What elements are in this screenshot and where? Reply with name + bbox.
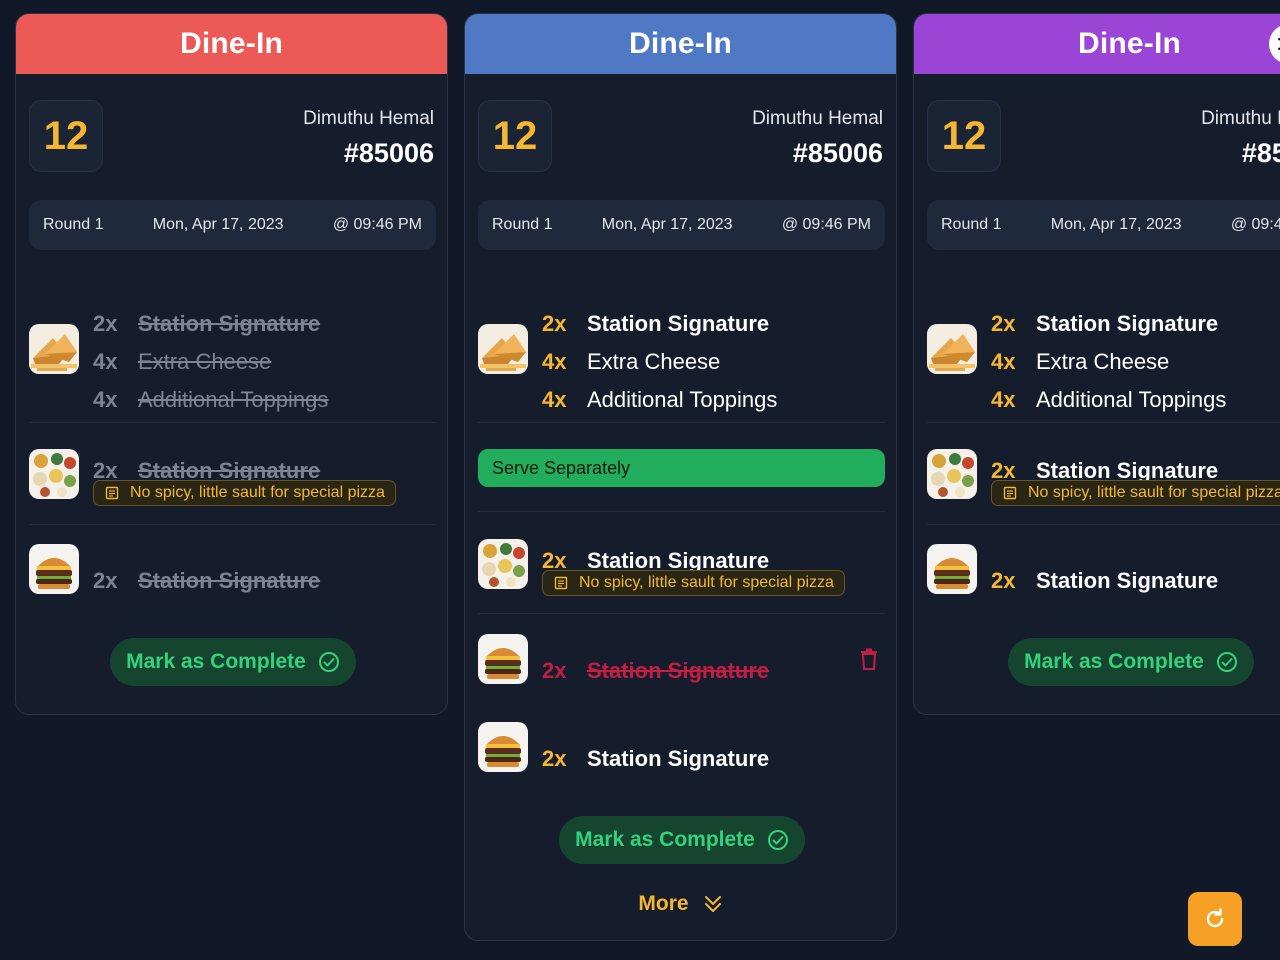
order-item[interactable]: 2x Station Signature <box>991 310 1218 338</box>
order-time: @ 09:46 PM <box>1230 216 1280 233</box>
table-number: 12 <box>29 100 103 172</box>
note-text: No spicy, little sault for special pizza <box>130 484 385 501</box>
order-item[interactable]: 2x Station Signature <box>93 310 320 338</box>
burger-thumbnail <box>927 544 977 594</box>
round-info: Round 1 Mon, Apr 17, 2023 @ 09:46 PM <box>478 200 885 250</box>
mark-complete-button[interactable]: Mark as Complete <box>559 816 805 864</box>
mark-complete-button[interactable]: Mark as Complete <box>1008 638 1254 686</box>
order-item[interactable]: 2x Station Signature <box>991 567 1218 595</box>
customer-name: Dimuthu Hemal <box>1201 108 1280 129</box>
order-item-addon[interactable]: 4x Additional Toppings <box>991 386 1226 414</box>
order-time: @ 09:46 PM <box>781 216 871 233</box>
refresh-icon <box>1203 907 1227 931</box>
table-number: 12 <box>478 100 552 172</box>
burger-thumbnail <box>478 722 528 772</box>
platter-thumbnail <box>478 539 528 589</box>
customer-name: Dimuthu Hemal <box>303 108 434 129</box>
check-circle-icon <box>318 651 340 673</box>
item-note: No spicy, little sault for special pizza <box>542 570 845 596</box>
order-type: Dine-In <box>179 27 284 60</box>
note-text: No spicy, little sault for special pizza <box>579 574 834 591</box>
round-label: Round 1 <box>492 216 553 233</box>
order-item-addon[interactable]: 4x Extra Cheese <box>991 348 1169 376</box>
order-item-addon[interactable]: 4x Extra Cheese <box>93 348 271 376</box>
burger-thumbnail <box>29 544 79 594</box>
divider <box>927 524 1280 525</box>
round-label: Round 1 <box>43 216 104 233</box>
order-number: #85006 <box>792 138 883 168</box>
card-header: Dine-In <box>914 14 1280 74</box>
sandwich-thumbnail <box>29 324 79 374</box>
order-date: Mon, Apr 17, 2023 <box>152 216 284 233</box>
chevron-double-down-icon <box>703 894 723 914</box>
divider <box>29 524 436 525</box>
order-date: Mon, Apr 17, 2023 <box>1050 216 1182 233</box>
mark-complete-button[interactable]: Mark as Complete <box>110 638 356 686</box>
round-info: Round 1 Mon, Apr 17, 2023 @ 09:46 PM <box>29 200 436 250</box>
sandwich-thumbnail <box>927 324 977 374</box>
note-icon <box>553 575 569 591</box>
order-item-cancelled[interactable]: 2x Station Signature <box>542 657 769 685</box>
order-number: #85006 <box>343 138 434 168</box>
order-card: Dine-In 12 Dimuthu Hemal #85006 Round 1 … <box>15 13 448 715</box>
sandwich-thumbnail <box>478 324 528 374</box>
platter-thumbnail <box>29 449 79 499</box>
customer-info: Dimuthu Hemal #85006 <box>303 108 434 169</box>
order-number: #85006 <box>1241 138 1280 168</box>
divider <box>478 511 885 512</box>
item-note: No spicy, little sault for special pizza <box>991 480 1280 506</box>
order-item[interactable]: 2x Station Signature <box>542 310 769 338</box>
order-item-addon[interactable]: 4x Additional Toppings <box>93 386 328 414</box>
order-item[interactable]: 2x Station Signature <box>93 567 320 595</box>
order-time: @ 09:46 PM <box>332 216 422 233</box>
table-number: 12 <box>927 100 1001 172</box>
kitchen-order-board: Dine-In 12 Dimuthu Hemal #85006 Round 1 … <box>0 0 1280 960</box>
note-icon <box>1002 485 1018 501</box>
divider <box>29 422 436 423</box>
check-circle-icon <box>1216 651 1238 673</box>
serve-separately-bar[interactable]: Serve Separately <box>478 449 885 487</box>
divider <box>478 422 885 423</box>
round-info: Round 1 Mon, Apr 17, 2023 @ 09:46 PM <box>927 200 1280 250</box>
note-text: No spicy, little sault for special pizza <box>1028 484 1280 501</box>
burger-thumbnail <box>478 634 528 684</box>
customer-info: Dimuthu Hemal #85006 <box>752 108 883 169</box>
divider <box>927 422 1280 423</box>
item-note: No spicy, little sault for special pizza <box>93 480 396 506</box>
customer-info: Dimuthu Hemal #85006 <box>1201 108 1280 169</box>
divider <box>478 613 885 614</box>
round-label: Round 1 <box>941 216 1002 233</box>
refresh-button[interactable] <box>1188 892 1242 946</box>
order-item-addon[interactable]: 4x Additional Toppings <box>542 386 777 414</box>
more-button[interactable]: More <box>465 892 896 916</box>
trash-icon[interactable] <box>860 648 878 670</box>
check-circle-icon <box>767 829 789 851</box>
order-type: Dine-In <box>628 27 733 60</box>
order-item[interactable]: 2x Station Signature <box>542 745 769 773</box>
card-header: Dine-In <box>16 14 447 74</box>
order-item-addon[interactable]: 4x Extra Cheese <box>542 348 720 376</box>
note-icon <box>104 485 120 501</box>
order-card: Dine-In 12 Dimuthu Hemal #85006 Round 1 … <box>464 13 897 941</box>
customer-name: Dimuthu Hemal <box>752 108 883 129</box>
menu-button[interactable] <box>1269 24 1280 64</box>
order-type: Dine-In <box>1077 27 1182 60</box>
card-header: Dine-In <box>465 14 896 74</box>
order-date: Mon, Apr 17, 2023 <box>601 216 733 233</box>
platter-thumbnail <box>927 449 977 499</box>
order-card: Dine-In 12 Dimuthu Hemal #85006 Round 1 … <box>913 13 1280 715</box>
